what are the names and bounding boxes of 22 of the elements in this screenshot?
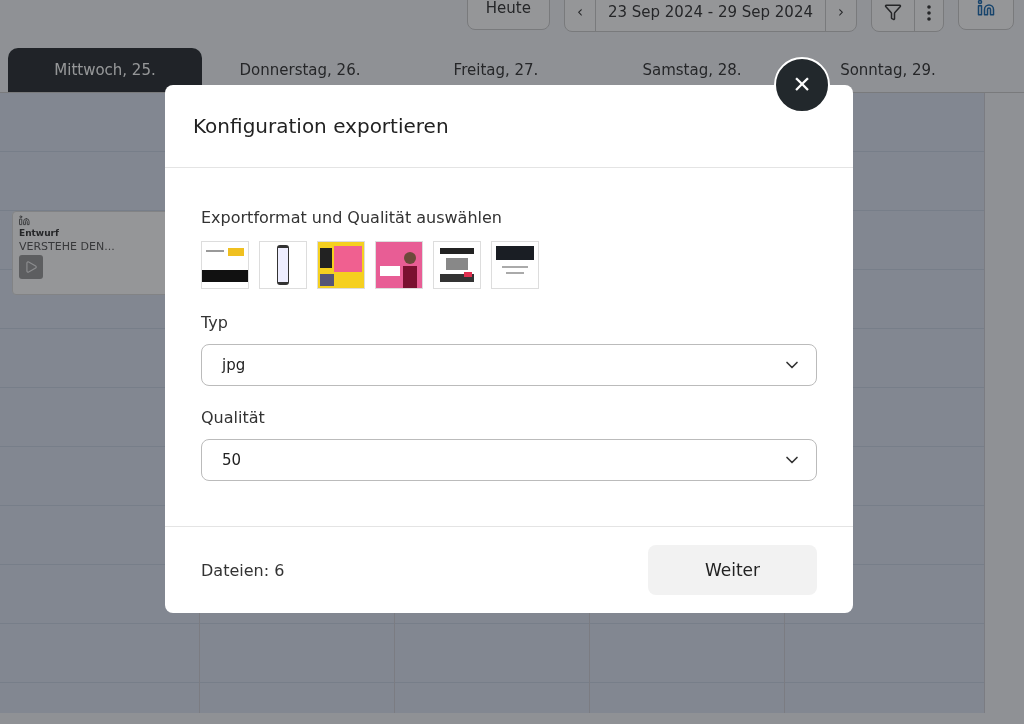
previous-button[interactable]: ‹ <box>564 0 595 31</box>
file-count: Dateien: 6 <box>201 560 285 580</box>
section-label: Exportformat und Qualität auswählen <box>201 208 503 227</box>
next-button[interactable]: › <box>825 0 856 31</box>
linkedin-icon <box>977 0 995 17</box>
more-icon <box>927 5 931 21</box>
date-range-button[interactable]: 23 Sep 2024 - 29 Sep 2024 <box>594 0 825 31</box>
select-field[interactable]: 50 <box>201 439 817 481</box>
post-status: Entwurf <box>19 228 60 238</box>
select-field[interactable]: jpg <box>201 344 817 386</box>
close-button[interactable]: × <box>774 57 830 113</box>
play-icon <box>24 260 38 274</box>
next-button[interactable]: Weiter <box>648 545 817 595</box>
today-button[interactable]: Heute <box>466 0 550 30</box>
day-tab[interactable]: Mittwoch, 25. <box>8 48 202 92</box>
post-title: VERSTEHE DEN... <box>19 240 116 253</box>
field-label: Typ <box>201 313 229 332</box>
linkedin-button[interactable] <box>958 0 1014 30</box>
field-label: Qualität <box>201 408 266 427</box>
linkedin-icon <box>19 215 30 226</box>
filter-icon <box>884 3 902 21</box>
dialog-title: Konfiguration exportieren <box>193 114 449 138</box>
